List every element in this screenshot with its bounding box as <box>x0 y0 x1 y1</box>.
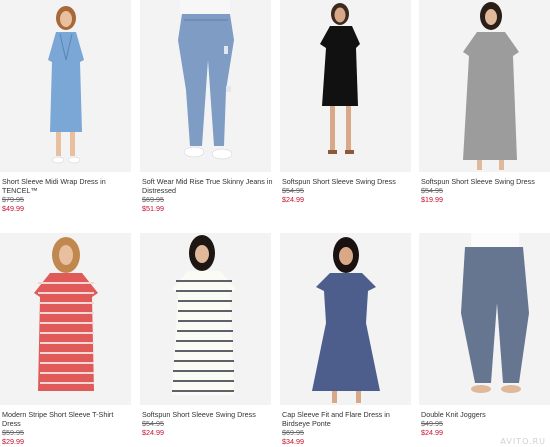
sale-price: $51.99 <box>142 204 164 213</box>
product-image[interactable] <box>0 0 131 172</box>
watermark: AVITO.RU <box>500 437 546 446</box>
product-name[interactable]: Softspun Short Sleeve Swing Dress <box>421 177 550 186</box>
product-card[interactable]: Softspun Short Sleeve Swing Dress $54.95… <box>419 0 550 220</box>
sale-price: $19.99 <box>421 195 443 204</box>
product-name[interactable]: Softspun Short Sleeve Swing Dress <box>282 177 413 186</box>
product-image[interactable] <box>0 233 131 405</box>
original-price: $79.95 <box>2 195 24 204</box>
sale-price: $24.99 <box>421 428 443 437</box>
product-card[interactable]: Double Knit Joggers $49.95 $24.99 <box>419 233 550 447</box>
original-price: $69.95 <box>142 195 164 204</box>
sale-price: $29.99 <box>2 437 24 446</box>
sale-price: $34.99 <box>282 437 304 446</box>
sale-price: $24.99 <box>142 428 164 437</box>
original-price: $59.95 <box>2 428 24 437</box>
product-name[interactable]: Short Sleeve Midi Wrap Dress in TENCEL™ <box>2 177 133 195</box>
product-card[interactable]: Soft Wear Mid Rise True Skinny Jeans in … <box>140 0 273 220</box>
product-card[interactable]: Softspun Short Sleeve Swing Dress $54.95… <box>140 233 271 447</box>
sale-price: $49.99 <box>2 204 24 213</box>
product-card[interactable]: Cap Sleeve Fit and Flare Dress in Birdse… <box>280 233 411 447</box>
original-price: $69.95 <box>282 428 304 437</box>
product-card[interactable]: Modern Stripe Short Sleeve T-Shirt Dress… <box>0 233 131 447</box>
product-name[interactable]: Cap Sleeve Fit and Flare Dress in Birdse… <box>282 410 413 428</box>
product-image[interactable] <box>140 233 271 405</box>
product-name[interactable]: Double Knit Joggers <box>421 410 550 419</box>
product-image[interactable] <box>419 233 550 405</box>
original-price: $54.95 <box>282 186 304 195</box>
product-image[interactable] <box>140 0 271 172</box>
original-price: $54.95 <box>142 419 164 428</box>
product-image[interactable] <box>280 0 411 172</box>
product-name[interactable]: Softspun Short Sleeve Swing Dress <box>142 410 273 419</box>
product-card[interactable]: Short Sleeve Midi Wrap Dress in TENCEL™ … <box>0 0 131 220</box>
product-grid: Short Sleeve Midi Wrap Dress in TENCEL™ … <box>0 0 550 447</box>
product-name[interactable]: Modern Stripe Short Sleeve T-Shirt Dress <box>2 410 133 428</box>
original-price: $49.95 <box>421 419 443 428</box>
sale-price: $24.99 <box>282 195 304 204</box>
original-price: $54.95 <box>421 186 443 195</box>
product-name[interactable]: Soft Wear Mid Rise True Skinny Jeans in … <box>142 177 273 195</box>
product-image[interactable] <box>280 233 411 405</box>
product-image[interactable] <box>419 0 550 172</box>
product-card[interactable]: Softspun Short Sleeve Swing Dress $54.95… <box>280 0 411 220</box>
